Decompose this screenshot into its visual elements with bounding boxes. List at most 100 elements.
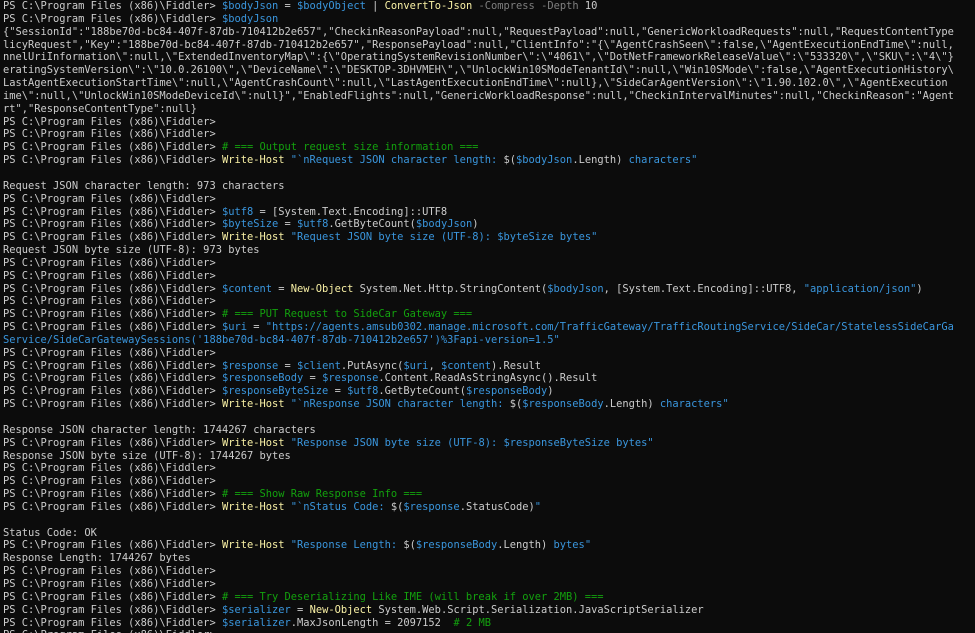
terminal-command-line: PS C:\Program Files (x86)\Fiddler> $byte… — [3, 218, 975, 231]
terminal-output-line: rt","ResponseContentType":null} — [3, 103, 975, 116]
token-op: .PutAsync( — [340, 359, 404, 372]
token-num: 10 — [578, 0, 598, 12]
prompt: PS C:\Program Files (x86)\Fiddler> — [3, 308, 222, 321]
terminal-command-line: PS C:\Program Files (x86)\Fiddler> $resp… — [3, 360, 975, 373]
token-comment: # === Show Raw Response Info === — [221, 488, 423, 501]
token-var: $serializer — [221, 603, 291, 616]
token-op: .GetByteCount( — [328, 218, 416, 231]
token-str: "`nResponse JSON character length: — [290, 398, 510, 411]
terminal-command-line: PS C:\Program Files (x86)\Fiddler> $body… — [3, 13, 975, 26]
prompt: PS C:\Program Files (x86)\Fiddler> — [3, 577, 222, 590]
token-op: ) — [547, 385, 554, 398]
token-op: $( — [503, 154, 516, 167]
token-var: $bodyJson — [221, 0, 279, 12]
terminal-command-line: PS C:\Program Files (x86)\Fiddler> $body… — [3, 0, 975, 13]
prompt: PS C:\Program Files (x86)\Fiddler> — [3, 462, 222, 475]
prompt: PS C:\Program Files (x86)\Fiddler> — [3, 616, 222, 629]
terminal-command-line: PS C:\Program Files (x86)\Fiddler> — [3, 462, 975, 475]
terminal-command-line: PS C:\Program Files (x86)\Fiddler> # ===… — [3, 591, 975, 604]
terminal-output-line: ime\":null,\"UnlockWin10SModeDeviceId\":… — [3, 90, 975, 103]
terminal-command-line: PS C:\Program Files (x86)\Fiddler> — [3, 578, 975, 591]
prompt: PS C:\Program Files (x86)\Fiddler> — [3, 141, 222, 154]
terminal-output-line: LastAgentExecutionStartTime\":null,\"Age… — [3, 77, 975, 90]
output-text: ime\":null,\"UnlockWin10SModeDeviceId\":… — [3, 89, 954, 102]
token-op: = — [278, 218, 298, 231]
token-comment: # 2 MB — [453, 616, 491, 629]
token-var: $response — [322, 372, 379, 385]
terminal-command-line: PS C:\Program Files (x86)\Fiddler> — [3, 629, 975, 633]
token-str: "`nRequest JSON character length: — [290, 154, 504, 167]
prompt: PS C:\Program Files (x86)\Fiddler> — [3, 321, 222, 334]
prompt: PS C:\Program Files (x86)\Fiddler> — [3, 154, 222, 167]
terminal-output-line: Request JSON character length: 973 chara… — [3, 180, 975, 193]
token-op: .StatusCode) — [459, 500, 535, 513]
token-cmd: New-Object — [290, 282, 354, 295]
output-text: LastAgentExecutionStartTime\":null,\"Age… — [3, 77, 948, 90]
token-op: | — [365, 0, 385, 12]
terminal-command-line: PS C:\Program Files (x86)\Fiddler> Write… — [3, 501, 975, 514]
token-op: .Length) — [603, 398, 654, 411]
token-comment: # === Output request size information ==… — [221, 141, 479, 154]
token-param: -Depth — [534, 0, 579, 12]
terminal-command-line: PS C:\Program Files (x86)\Fiddler> — [3, 347, 975, 360]
terminal-command-line: PS C:\Program Files (x86)\Fiddler> $uri … — [3, 321, 975, 334]
token-var: $utf8 — [297, 218, 329, 231]
terminal-output-line: Response JSON character length: 1744267 … — [3, 424, 975, 437]
token-var: $byteSize — [497, 231, 554, 244]
token-str: bytes" — [553, 231, 598, 244]
token-var: $content — [221, 282, 272, 295]
prompt: PS C:\Program Files (x86)\Fiddler> — [3, 205, 222, 218]
token-cmd: Write-Host — [221, 436, 285, 449]
token-op: ) — [916, 282, 923, 295]
output-text: nnelUriInformation\":null,\"ExtendedInve… — [3, 51, 954, 64]
powershell-terminal[interactable]: PS C:\Program Files (x86)\Fiddler> $body… — [0, 0, 975, 633]
terminal-command-line: PS C:\Program Files (x86)\Fiddler> # ===… — [3, 488, 975, 501]
terminal-output-line: licyRequest","Key":"188be70d-bc84-407f-8… — [3, 39, 975, 52]
token-str: "https://agents.amsub0302.manage.microso… — [265, 321, 954, 334]
terminal-command-line: PS C:\Program Files (x86)\Fiddler> — [3, 257, 975, 270]
token-op: ).Result — [491, 359, 542, 372]
token-var: $responseBody — [415, 539, 498, 552]
token-op: = — [278, 0, 298, 12]
token-op: = — [253, 205, 273, 218]
token-var: $responseBody — [221, 372, 304, 385]
token-str: " — [534, 500, 542, 513]
prompt: PS C:\Program Files (x86)\Fiddler> — [3, 295, 222, 308]
token-cmd: Write-Host — [221, 398, 285, 411]
terminal-output-line: Request JSON byte size (UTF-8): 973 byte… — [3, 244, 975, 257]
token-op: , — [428, 359, 441, 372]
token-var: $uri — [403, 359, 429, 372]
output-text: Status Code: OK — [3, 526, 97, 539]
prompt: PS C:\Program Files (x86)\Fiddler> — [3, 500, 222, 513]
terminal-command-line: PS C:\Program Files (x86)\Fiddler> — [3, 193, 975, 206]
terminal-output-line: {"SessionId":"188be70d-bc84-407f-87db-71… — [3, 26, 975, 39]
token-str: "`nStatus Code: — [290, 500, 391, 513]
prompt: PS C:\Program Files (x86)\Fiddler> — [3, 590, 222, 603]
terminal-command-line: PS C:\Program Files (x86)\Fiddler> $seri… — [3, 604, 975, 617]
token-var: $responseBody — [522, 398, 604, 411]
output-text: {"SessionId":"188be70d-bc84-407f-87db-71… — [3, 25, 954, 38]
terminal-command-line: PS C:\Program Files (x86)\Fiddler> — [3, 116, 975, 129]
output-text: eratingSystemVersion\":\"10.0.26100\",\"… — [3, 64, 954, 77]
token-str: "Request JSON byte size (UTF-8): — [290, 231, 498, 244]
prompt: PS C:\Program Files (x86)\Fiddler> — [3, 603, 222, 616]
token-var: $responseByteSize — [503, 436, 610, 449]
token-str: bytes" — [609, 436, 654, 449]
output-text: rt","ResponseContentType":null} — [3, 102, 197, 115]
token-op: System.Web.Script.Serialization.JavaScri… — [372, 603, 704, 616]
token-cmd: New-Object — [309, 603, 373, 616]
token-var: $utf8 — [221, 205, 254, 218]
terminal-output-line: Response Length: 1744267 bytes — [3, 552, 975, 565]
prompt: PS C:\Program Files (x86)\Fiddler> — [3, 436, 222, 449]
terminal-command-line: PS C:\Program Files (x86)\Fiddler> — [3, 475, 975, 488]
token-param: -Compress — [472, 0, 535, 12]
terminal-command-line: PS C:\Program Files (x86)\Fiddler> # ===… — [3, 141, 975, 154]
prompt: PS C:\Program Files (x86)\Fiddler> — [3, 539, 222, 552]
token-op: .MaxJsonLength = 2097152 — [290, 616, 454, 629]
token-var: $byteSize — [221, 218, 279, 231]
terminal-output-line: eratingSystemVersion\":\"10.0.26100\",\"… — [3, 64, 975, 77]
prompt: PS C:\Program Files (x86)\Fiddler> — [3, 488, 222, 501]
terminal-command-line: PS C:\Program Files (x86)\Fiddler> $utf8… — [3, 206, 975, 219]
token-cmd: ConvertTo-Json — [384, 0, 473, 12]
